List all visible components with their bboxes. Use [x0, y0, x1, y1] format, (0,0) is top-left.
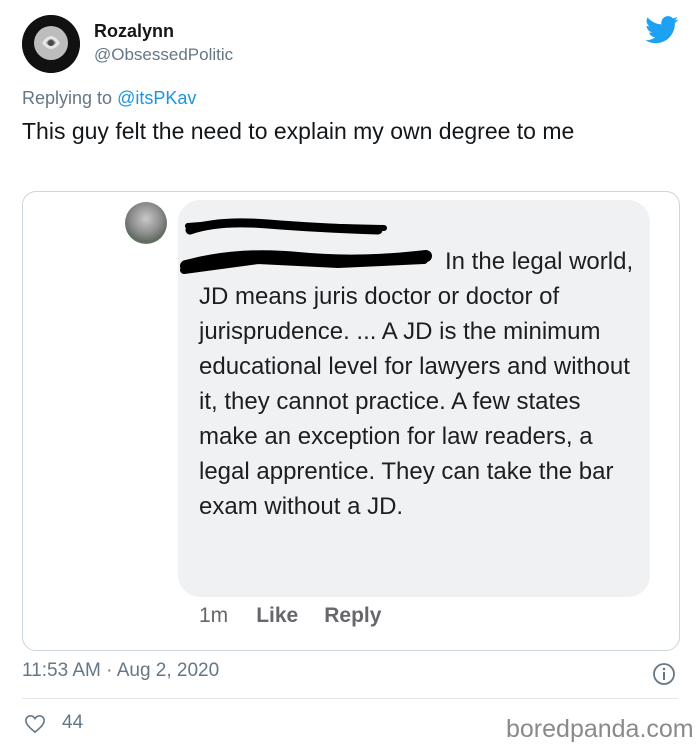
tweet-text: This guy felt the need to explain my own… — [22, 118, 575, 144]
like-link[interactable]: Like — [256, 604, 298, 627]
comment-bubble: In the legal world, JD means juris docto… — [178, 200, 650, 597]
display-name[interactable]: Rozalynn — [94, 21, 174, 42]
replying-to-link[interactable]: @itsPKav — [117, 88, 196, 108]
twitter-bird-icon[interactable] — [645, 16, 679, 44]
comment-text: In the legal world, JD means juris docto… — [199, 248, 634, 520]
rose-image — [22, 15, 80, 73]
profile-avatar[interactable] — [22, 15, 80, 73]
info-icon[interactable] — [652, 662, 676, 686]
attached-screenshot[interactable]: In the legal world, JD means juris docto… — [22, 191, 680, 651]
divider — [22, 698, 678, 699]
commenter-avatar — [125, 202, 167, 244]
comment-actions: 1m Like Reply — [199, 604, 407, 628]
reply-link[interactable]: Reply — [324, 604, 381, 627]
watermark: boredpanda.com — [506, 715, 694, 743]
tweet-timestamp[interactable]: 11:53 AM · Aug 2, 2020 — [22, 660, 219, 682]
comment-time: 1m — [199, 604, 229, 627]
replying-prefix: Replying to — [22, 88, 118, 108]
like-count: 44 — [62, 712, 84, 733]
heart-icon[interactable] — [24, 714, 46, 734]
user-handle[interactable]: @ObsessedPolitic — [94, 45, 233, 65]
replying-to: Replying to @itsPKav — [22, 88, 196, 109]
